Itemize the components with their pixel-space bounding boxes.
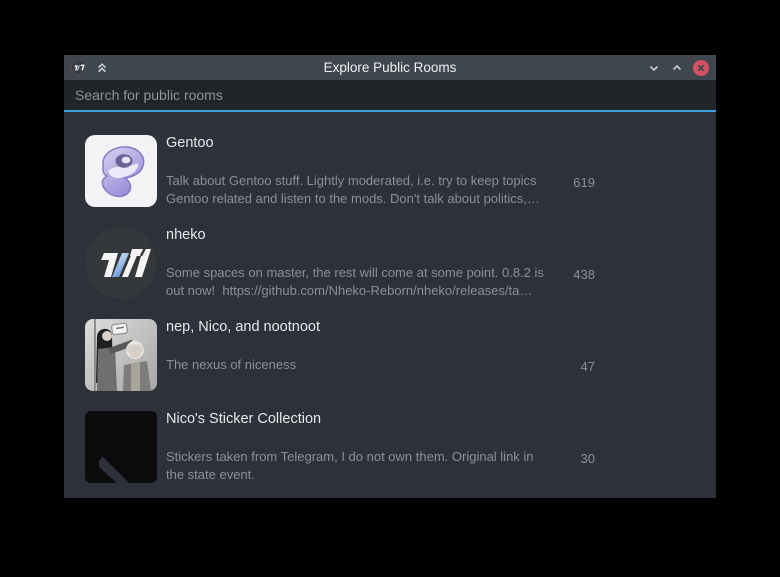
- titlebar[interactable]: Explore Public Rooms: [64, 55, 716, 80]
- room-name: nep, Nico, and nootnoot: [166, 317, 320, 337]
- member-count: 619: [559, 174, 595, 192]
- room-avatar-gentoo-logo: [85, 135, 157, 207]
- room-topic: Stickers taken from Telegram, I do not o…: [166, 448, 564, 484]
- close-button[interactable]: [693, 60, 709, 76]
- room-row[interactable]: nep, Nico, and nootnoot The nexus of nic…: [64, 309, 716, 401]
- room-topic: Talk about Gentoo stuff. Lightly moderat…: [166, 172, 564, 208]
- nheko-logo-icon[interactable]: [71, 60, 86, 75]
- explore-public-rooms-window: Explore Public Rooms: [64, 55, 716, 498]
- room-name: Gentoo: [166, 133, 214, 153]
- room-avatar-nheko-logo: [85, 227, 157, 299]
- room-topic-line: Some spaces on master, the rest will com…: [166, 264, 564, 282]
- search-input[interactable]: [64, 80, 716, 110]
- room-topic-line: The nexus of niceness: [166, 356, 564, 374]
- room-list: Gentoo Talk about Gentoo stuff. Lightly …: [64, 112, 716, 498]
- close-x-icon: [693, 60, 709, 76]
- room-topic-line: out now! https://github.com/Nheko-Reborn…: [166, 282, 564, 300]
- chevron-down-icon: [651, 66, 658, 70]
- room-topic-line: the state event.: [166, 466, 564, 484]
- room-row[interactable]: nheko Some spaces on master, the rest wi…: [64, 217, 716, 309]
- room-name: nheko: [166, 225, 206, 245]
- member-count: 30: [559, 450, 595, 468]
- room-topic-line: Talk about Gentoo stuff. Lightly moderat…: [166, 172, 564, 190]
- room-avatar-manga-photo: [85, 319, 157, 391]
- room-topic-line: Stickers taken from Telegram, I do not o…: [166, 448, 564, 466]
- room-row[interactable]: Nico's Sticker Collection Stickers taken…: [64, 401, 716, 493]
- room-topic: Some spaces on master, the rest will com…: [166, 264, 564, 300]
- member-count: 47: [559, 358, 595, 376]
- search-bar: [64, 80, 716, 112]
- keep-above-icon[interactable]: [95, 61, 109, 75]
- room-topic-line: Gentoo related and listen to the mods. D…: [166, 190, 564, 208]
- chevron-up-icon: [674, 66, 681, 70]
- maximize-button[interactable]: [670, 61, 684, 75]
- window-title: Explore Public Rooms: [64, 60, 716, 75]
- member-count: 438: [559, 266, 595, 284]
- room-name: Nico's Sticker Collection: [166, 409, 321, 429]
- minimize-button[interactable]: [647, 61, 661, 75]
- room-row[interactable]: Gentoo Talk about Gentoo stuff. Lightly …: [64, 125, 716, 217]
- room-topic: The nexus of niceness: [166, 356, 564, 374]
- room-avatar-black-sticker: [85, 411, 157, 483]
